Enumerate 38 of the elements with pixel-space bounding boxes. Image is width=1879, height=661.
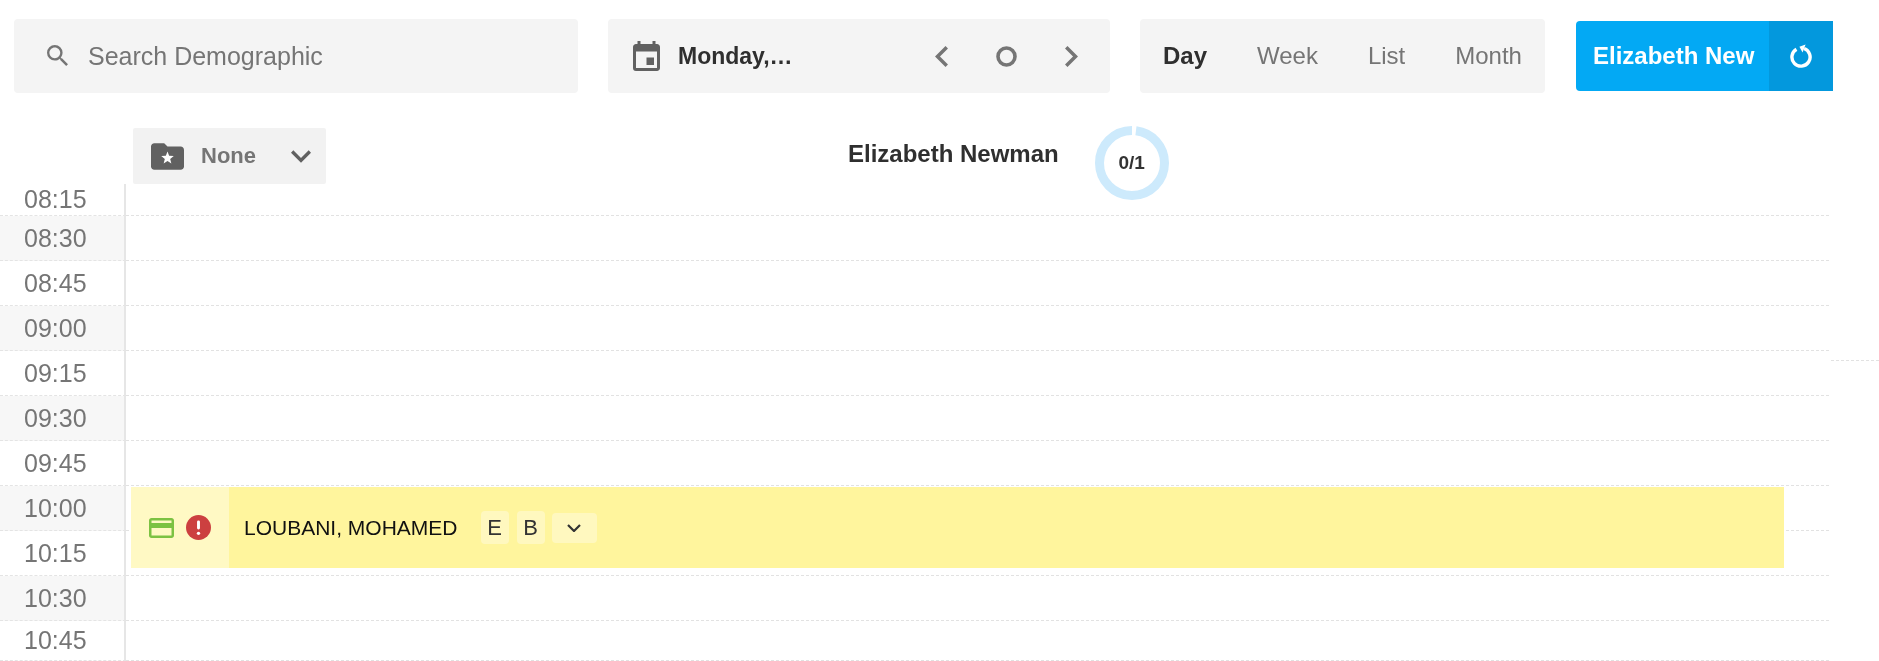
refresh-icon [1790,43,1813,69]
patient-name: LOUBANI, MOHAMED [244,515,458,540]
time-cell: 09:45 [0,441,126,486]
appointment-tag: E [480,511,509,544]
expand-button[interactable] [551,512,597,543]
time-cell: 08:15 [0,184,126,216]
time-cell: 10:30 [0,576,126,621]
filter-dropdown[interactable]: None [133,128,326,184]
chevron-down-icon [567,523,582,532]
search-field[interactable]: Search Demographic [14,19,578,93]
chevron-right-icon [1065,45,1078,67]
appointment-tag: B [516,511,545,544]
time-cell: 10:15 [0,531,126,576]
refresh-button[interactable] [1769,21,1834,91]
view-tab[interactable]: Month [1432,19,1545,93]
chevron-left-icon [935,45,948,67]
date-label: Monday,… [678,42,794,70]
calendar-icon [633,41,660,71]
folder-star-icon [151,142,184,170]
time-cell: 10:00 [0,486,126,531]
search-icon [47,45,68,66]
time-cell: 09:15 [0,351,126,396]
time-cell: 08:45 [0,261,126,306]
time-cell: 09:30 [0,396,126,441]
circle-icon [996,45,1017,67]
time-cell: 09:00 [0,306,126,351]
time-cell: 10:45 [0,621,126,661]
chevron-down-icon [291,149,311,163]
alert-icon [186,515,211,540]
provider-button[interactable]: Elizabeth New [1576,21,1770,91]
provider-name: Elizabeth Newman [848,140,1059,168]
view-tab[interactable]: Day [1140,19,1231,93]
credit-card-icon [149,517,174,538]
progress-count: 0/1 [1118,152,1145,174]
time-cell: 08:30 [0,216,126,261]
appointment-card[interactable]: LOUBANI, MOHAMED E B [131,487,1784,568]
view-tab[interactable]: List [1344,19,1429,93]
view-tab[interactable]: Week [1234,19,1341,93]
